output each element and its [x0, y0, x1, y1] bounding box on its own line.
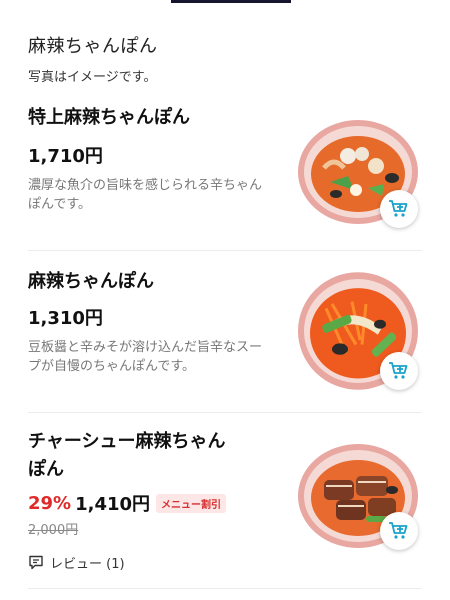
- comment-icon: [29, 555, 43, 570]
- item-description: 豆板醤と辛みそが溶け込んだ旨辛なスープが自慢のちゃんぽんです。: [28, 340, 263, 374]
- item-price: 1,310円: [28, 308, 103, 329]
- item-description: 濃厚な魚介の旨味を感じられる辛ちゃんぽんです。: [28, 178, 263, 212]
- section-header: 麻辣ちゃんぽん 写真はイメージです。: [28, 32, 158, 85]
- item-name: 麻辣ちゃんぽん: [28, 271, 154, 292]
- menu-item[interactable]: 麻辣ちゃんぽん 1,310円 豆板醤と辛みそが溶け込んだ旨辛なスープが自慢のちゃ…: [0, 268, 450, 410]
- review-label: レビュー (1): [50, 557, 125, 572]
- discount-tag: メニュー割引: [156, 493, 227, 513]
- item-price: 1,710円: [28, 146, 103, 167]
- item-price: 1,410円: [75, 494, 151, 515]
- add-to-cart-button[interactable]: [380, 190, 418, 228]
- add-to-cart-icon: [389, 200, 408, 217]
- original-price: 2,000円: [28, 523, 79, 538]
- section-title: 麻辣ちゃんぽん: [28, 36, 158, 57]
- add-to-cart-icon: [389, 362, 408, 379]
- divider: [28, 588, 422, 589]
- menu-item[interactable]: チャーシュー麻辣ちゃんぽん 29% 1,410円 メニュー割引 2,000円 レ…: [0, 428, 450, 586]
- add-to-cart-icon: [389, 522, 408, 539]
- menu-item[interactable]: 特上麻辣ちゃんぽん 1,710円 濃厚な魚介の旨味を感じられる辛ちゃんぽんです。: [0, 104, 450, 250]
- item-name: 特上麻辣ちゃんぽん: [28, 107, 190, 128]
- review-link[interactable]: レビュー (1): [28, 553, 125, 572]
- item-name: チャーシュー麻辣ちゃんぽん: [28, 431, 226, 480]
- add-to-cart-button[interactable]: [380, 512, 418, 550]
- discount-percent: 29%: [28, 492, 72, 514]
- image-note: 写真はイメージです。: [28, 70, 157, 85]
- divider: [28, 412, 422, 413]
- add-to-cart-button[interactable]: [380, 352, 418, 390]
- top-tab-indicator: [171, 0, 291, 3]
- divider: [28, 250, 422, 251]
